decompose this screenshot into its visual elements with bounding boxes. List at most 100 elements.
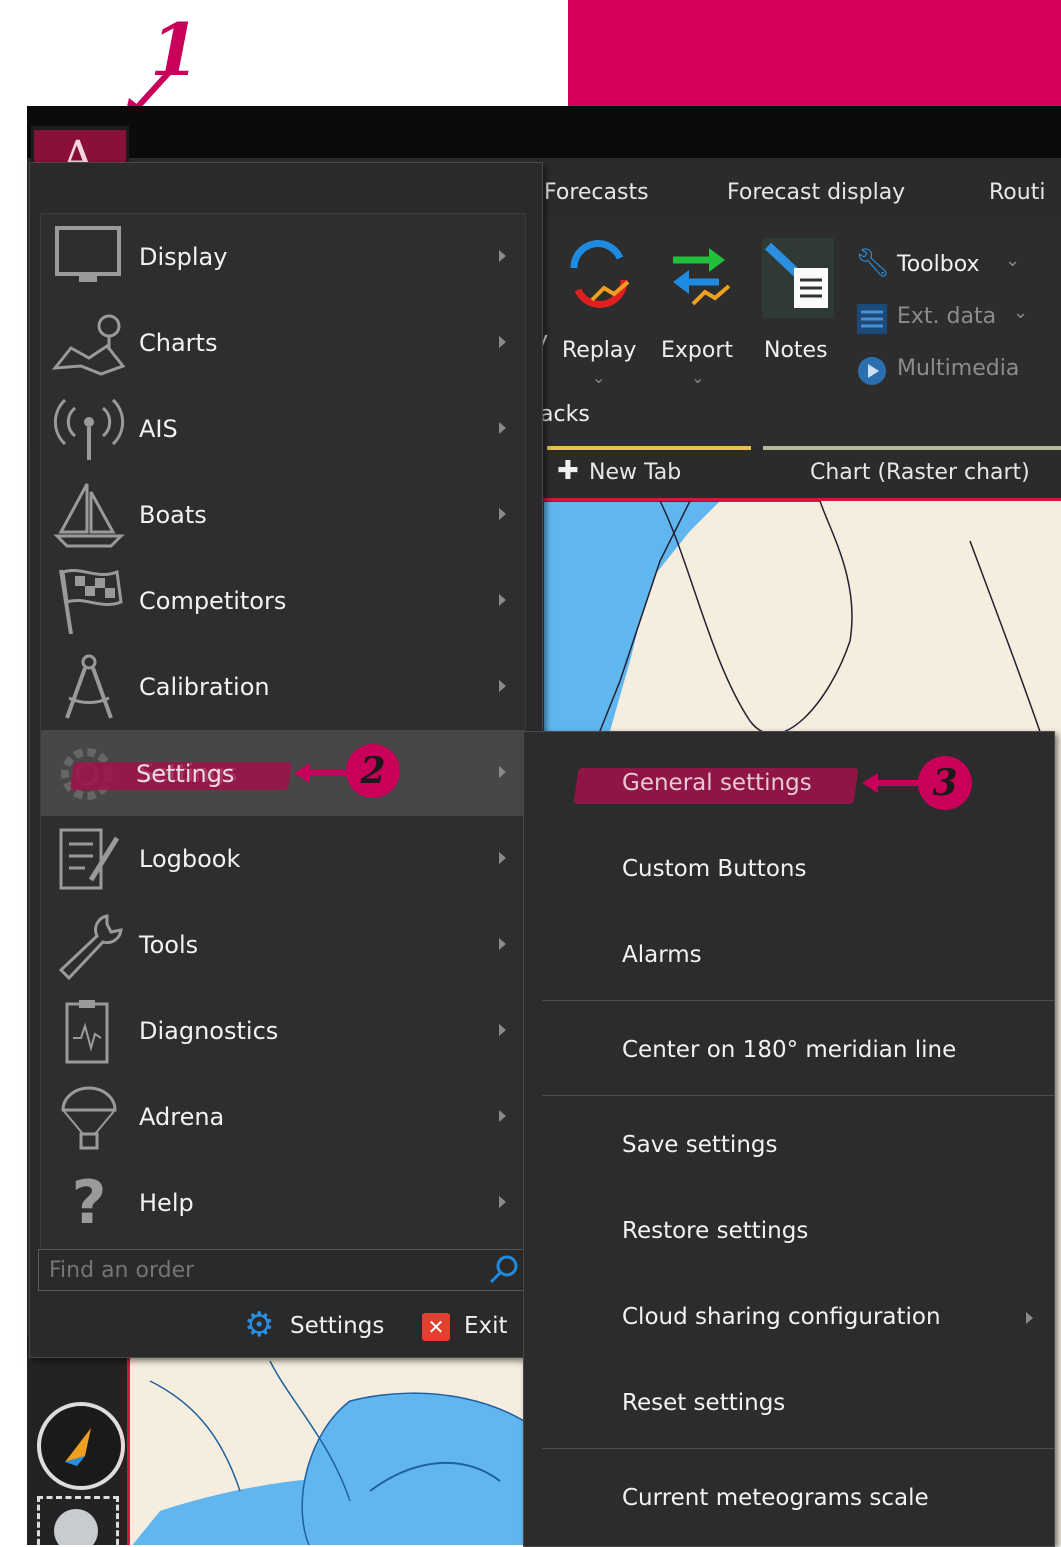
question-icon: ? bbox=[71, 1168, 107, 1238]
submenu-arrow-icon bbox=[499, 766, 506, 778]
submenu-arrow-icon bbox=[499, 1196, 506, 1208]
exit-label: Exit bbox=[464, 1313, 508, 1339]
submenu-arrow-icon bbox=[499, 1024, 506, 1036]
menu-item-ais[interactable]: AIS bbox=[41, 386, 525, 472]
submenu-item-label: Reset settings bbox=[622, 1390, 786, 1416]
compass-button[interactable] bbox=[37, 1402, 125, 1490]
ext-data-label: Ext. data bbox=[897, 304, 997, 329]
zoom-icon bbox=[54, 1509, 98, 1545]
menu-item-competitors[interactable]: Competitors bbox=[41, 558, 525, 644]
submenu-arrow-icon bbox=[499, 594, 506, 606]
submenu-item-alarms[interactable]: Alarms bbox=[524, 912, 1054, 998]
menu-item-label: Help bbox=[139, 1189, 194, 1217]
clipboard-chart-icon bbox=[65, 1000, 109, 1064]
chevron-down-icon: ⌄ bbox=[1013, 302, 1029, 323]
gear-icon: ⚙ bbox=[244, 1305, 275, 1345]
menu-list: Display Charts AIS Boats Competitors Cal… bbox=[40, 213, 526, 1251]
ribbon-group-label: acks bbox=[540, 402, 590, 427]
menu-item-label: Competitors bbox=[139, 587, 287, 615]
menu-item-logbook[interactable]: Logbook bbox=[41, 816, 525, 902]
left-toolbar bbox=[27, 1336, 127, 1545]
menu-item-charts[interactable]: Charts bbox=[41, 300, 525, 386]
multimedia-label: Multimedia bbox=[897, 356, 1020, 381]
chevron-down-icon: ⌄ bbox=[592, 368, 606, 387]
step-3-arrow bbox=[862, 773, 920, 793]
export-icon bbox=[673, 248, 731, 306]
submenu-item-label: Center on 180° meridian line bbox=[622, 1037, 957, 1063]
notes-button[interactable]: Notes bbox=[760, 238, 840, 378]
toolbox-button[interactable]: 🔧︎ Toolbox ⌄ bbox=[855, 246, 1055, 286]
submenu-arrow-icon bbox=[499, 938, 506, 950]
menu-item-label: Boats bbox=[139, 501, 207, 529]
map-pin-icon bbox=[51, 314, 126, 376]
new-tab-label: New Tab bbox=[589, 460, 682, 485]
replay-label: Replay bbox=[562, 338, 637, 363]
submenu-item-label: Custom Buttons bbox=[622, 856, 807, 882]
submenu-item-label: General settings bbox=[622, 770, 812, 796]
submenu-item-save-settings[interactable]: Save settings bbox=[524, 1102, 1054, 1188]
menu-item-tools[interactable]: Tools bbox=[41, 902, 525, 988]
tab-forecast-display[interactable]: Forecast display bbox=[727, 180, 905, 205]
step-2-arrow bbox=[294, 763, 352, 783]
export-button[interactable]: Export ⌄ bbox=[659, 238, 739, 408]
menu-item-label: Logbook bbox=[139, 845, 241, 873]
submenu-item-general-settings[interactable]: General settings bbox=[524, 740, 1054, 826]
zoom-selection-button[interactable] bbox=[37, 1496, 119, 1545]
menu-item-label: Calibration bbox=[139, 673, 270, 701]
submenu-arrow-icon bbox=[499, 1110, 506, 1122]
sailboat-icon bbox=[53, 483, 125, 548]
submenu-item-restore-settings[interactable]: Restore settings bbox=[524, 1188, 1054, 1274]
tab-chart-raster[interactable]: Chart (Raster chart) bbox=[810, 460, 1030, 485]
order-search-input[interactable] bbox=[39, 1250, 491, 1290]
compass-tool-icon bbox=[65, 654, 113, 719]
antenna-icon bbox=[53, 398, 125, 460]
replay-button[interactable]: Replay ⌄ bbox=[560, 238, 640, 408]
submenu-arrow-icon bbox=[499, 336, 506, 348]
menu-item-label: AIS bbox=[139, 415, 178, 443]
submenu-item-custom-buttons[interactable]: Custom Buttons bbox=[524, 826, 1054, 912]
search-icon[interactable] bbox=[487, 1254, 519, 1286]
menu-item-help[interactable]: ? Help bbox=[41, 1160, 525, 1246]
submenu-arrow-icon bbox=[499, 250, 506, 262]
notes-label: Notes bbox=[764, 338, 828, 363]
toolbox-label: Toolbox bbox=[897, 252, 980, 277]
title-bar bbox=[27, 106, 1061, 158]
menu-item-calibration[interactable]: Calibration bbox=[41, 644, 525, 730]
notes-icon bbox=[762, 238, 834, 318]
multimedia-button[interactable]: Multimedia bbox=[855, 350, 1061, 390]
application-menu: Display Charts AIS Boats Competitors Cal… bbox=[29, 162, 543, 1358]
close-icon: ✕ bbox=[422, 1313, 450, 1341]
submenu-arrow-icon bbox=[499, 508, 506, 520]
menu-item-label: Charts bbox=[139, 329, 218, 357]
wrench-icon bbox=[58, 914, 123, 980]
submenu-item-center-180[interactable]: Center on 180° meridian line bbox=[524, 1007, 1054, 1093]
notebook-icon bbox=[59, 828, 120, 890]
ext-data-button[interactable]: Ext. data ⌄ bbox=[855, 298, 1055, 338]
parachute-icon bbox=[61, 1086, 117, 1150]
menu-item-adrena[interactable]: Adrena bbox=[41, 1074, 525, 1160]
monitor-icon bbox=[55, 226, 121, 282]
annotation-banner bbox=[568, 0, 1061, 106]
tab-routing[interactable]: Routi bbox=[989, 180, 1045, 205]
tab-indicator bbox=[547, 446, 751, 450]
submenu-separator bbox=[542, 1448, 1054, 1449]
settings-highlight-label: Settings bbox=[136, 760, 235, 788]
menu-item-label: Adrena bbox=[139, 1103, 225, 1131]
submenu-item-label: Cloud sharing configuration bbox=[622, 1304, 941, 1330]
submenu-item-reset-settings[interactable]: Reset settings bbox=[524, 1360, 1054, 1446]
compass-icon bbox=[65, 1428, 91, 1466]
submenu-item-label: Restore settings bbox=[622, 1218, 809, 1244]
submenu-item-meteogram-scale[interactable]: Current meteograms scale bbox=[524, 1455, 1054, 1541]
menu-item-boats[interactable]: Boats bbox=[41, 472, 525, 558]
menu-item-display[interactable]: Display bbox=[41, 214, 525, 300]
tab-forecasts[interactable]: Forecasts bbox=[544, 180, 649, 205]
wrench-icon: 🔧︎ bbox=[855, 246, 891, 279]
submenu-item-label: Alarms bbox=[622, 942, 702, 968]
menu-item-label: Tools bbox=[139, 931, 199, 959]
submenu-arrow-icon bbox=[499, 680, 506, 692]
submenu-item-label: Current meteograms scale bbox=[622, 1485, 929, 1511]
submenu-item-cloud-sharing[interactable]: Cloud sharing configuration bbox=[524, 1274, 1054, 1360]
menu-item-diagnostics[interactable]: Diagnostics bbox=[41, 988, 525, 1074]
settings-submenu: General settings Custom Buttons Alarms C… bbox=[523, 731, 1055, 1547]
order-search bbox=[38, 1249, 524, 1291]
